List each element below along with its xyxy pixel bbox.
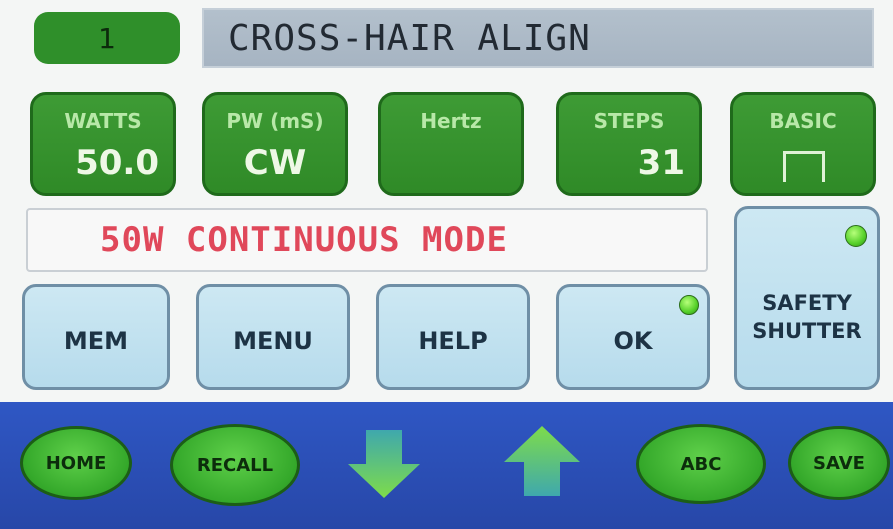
basic-label: BASIC	[769, 109, 837, 133]
abc-label: ABC	[680, 453, 722, 475]
arrow-up-icon[interactable]	[500, 422, 584, 500]
safety-shutter-label-line1: SAFETY	[762, 291, 852, 315]
recall-button[interactable]: RECALL	[170, 424, 300, 506]
hertz-label: Hertz	[420, 109, 482, 133]
mem-button[interactable]: MEM	[22, 284, 170, 390]
mode-display: 50W CONTINUOUS MODE	[26, 208, 708, 272]
help-label: HELP	[418, 327, 488, 355]
help-button[interactable]: HELP	[376, 284, 530, 390]
pulse-width-tile[interactable]: PW (mS) CW	[202, 92, 348, 196]
watts-tile[interactable]: WATTS 50.0	[30, 92, 176, 196]
save-button[interactable]: SAVE	[788, 426, 890, 500]
steps-tile[interactable]: STEPS 31	[556, 92, 702, 196]
mode-message: 50W CONTINUOUS MODE	[100, 220, 508, 260]
ok-button[interactable]: OK	[556, 284, 710, 390]
safety-shutter-label-line2: SHUTTER	[752, 319, 862, 343]
save-label: SAVE	[813, 452, 865, 474]
pulse-width-label: PW (mS)	[226, 109, 324, 133]
menu-button[interactable]: MENU	[196, 284, 350, 390]
title-bar: CROSS-HAIR ALIGN	[202, 8, 874, 68]
ok-label: OK	[613, 327, 653, 355]
watts-value: 50.0	[75, 143, 159, 183]
program-number: 1	[98, 21, 116, 55]
watts-label: WATTS	[64, 109, 142, 133]
home-label: HOME	[45, 452, 107, 474]
home-button[interactable]: HOME	[20, 426, 132, 500]
steps-value: 31	[637, 143, 685, 183]
hertz-tile[interactable]: Hertz	[378, 92, 524, 196]
laser-control-screen: 1 CROSS-HAIR ALIGN WATTS 50.0 PW (mS) CW…	[0, 0, 893, 529]
abc-button[interactable]: ABC	[636, 424, 766, 504]
shutter-indicator-icon	[845, 225, 867, 247]
program-number-button[interactable]: 1	[34, 12, 180, 64]
program-title: CROSS-HAIR ALIGN	[228, 18, 591, 59]
pulse-width-value: CW	[243, 143, 307, 183]
menu-label: MENU	[233, 327, 313, 355]
arrow-down-icon[interactable]	[344, 426, 424, 502]
mem-label: MEM	[63, 327, 129, 355]
square-pulse-icon	[783, 151, 825, 182]
ok-indicator-icon	[679, 295, 699, 315]
basic-tile[interactable]: BASIC	[730, 92, 876, 196]
recall-label: RECALL	[196, 454, 274, 476]
safety-shutter-button[interactable]: SAFETY SHUTTER	[734, 206, 880, 390]
steps-label: STEPS	[593, 109, 665, 133]
